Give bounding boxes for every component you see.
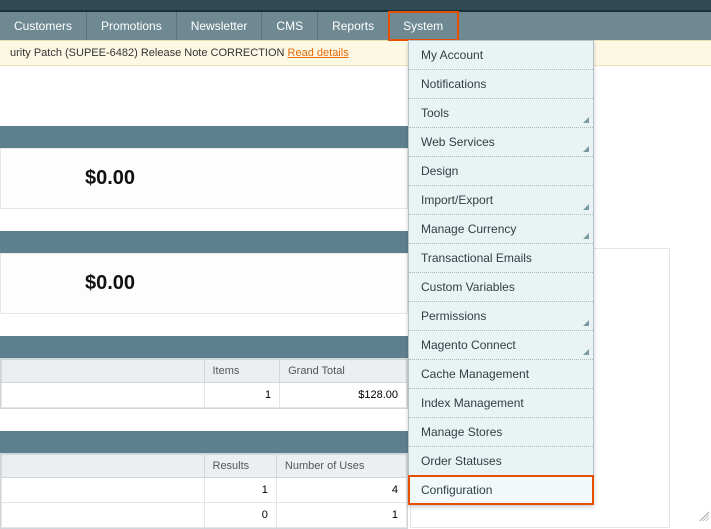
table1-cell-grand-total: $128.00 bbox=[280, 383, 407, 408]
notice-bar: urity Patch (SUPEE-6482) Release Note CO… bbox=[0, 40, 711, 66]
menu-manage-stores[interactable]: Manage Stores bbox=[409, 418, 593, 447]
menu-cache-management[interactable]: Cache Management bbox=[409, 360, 593, 389]
panel-a-body: $0.00 bbox=[0, 148, 408, 209]
table2-r1-blank bbox=[2, 503, 205, 528]
table2-col-results: Results bbox=[204, 455, 276, 478]
table2-r1-uses: 1 bbox=[276, 503, 406, 528]
table2-col-uses: Number of Uses bbox=[276, 455, 406, 478]
notice-text: urity Patch (SUPEE-6482) Release Note CO… bbox=[10, 47, 288, 59]
menu-promotions[interactable]: Promotions bbox=[87, 12, 177, 40]
resize-grip-icon[interactable] bbox=[697, 509, 709, 521]
panel-b-header bbox=[0, 231, 408, 253]
menu-my-account[interactable]: My Account bbox=[409, 41, 593, 70]
table1-col-items: Items bbox=[204, 360, 280, 383]
table1-col-blank bbox=[2, 360, 205, 383]
panel-a-header bbox=[0, 126, 408, 148]
menu-customers[interactable]: Customers bbox=[0, 12, 87, 40]
table1-header-bar bbox=[0, 336, 408, 358]
menu-configuration[interactable]: Configuration bbox=[409, 476, 593, 504]
menu-newsletter[interactable]: Newsletter bbox=[177, 12, 263, 40]
menu-order-statuses[interactable]: Order Statuses bbox=[409, 447, 593, 476]
menu-custom-variables[interactable]: Custom Variables bbox=[409, 273, 593, 302]
table1-col-grand-total: Grand Total bbox=[280, 360, 407, 383]
menu-transactional-emails[interactable]: Transactional Emails bbox=[409, 244, 593, 273]
menu-magento-connect[interactable]: Magento Connect bbox=[409, 331, 593, 360]
table2-col-blank bbox=[2, 455, 205, 478]
table-row[interactable]: 1 $128.00 bbox=[2, 383, 407, 408]
table1: Items Grand Total 1 $128.00 bbox=[0, 358, 408, 409]
system-dropdown: My Account Notifications Tools Web Servi… bbox=[408, 40, 594, 505]
menu-manage-currency[interactable]: Manage Currency bbox=[409, 215, 593, 244]
dashboard-left-column: $0.00 $0.00 Items Grand Total 1 $128.00 bbox=[0, 66, 408, 529]
table2-header-bar bbox=[0, 431, 408, 453]
table1-cell-items: 1 bbox=[204, 383, 280, 408]
menu-permissions[interactable]: Permissions bbox=[409, 302, 593, 331]
notice-link[interactable]: Read details bbox=[288, 47, 349, 59]
main-menubar: Customers Promotions Newsletter CMS Repo… bbox=[0, 12, 711, 40]
table1-cell-blank bbox=[2, 383, 205, 408]
average-order-value: $0.00 bbox=[13, 272, 395, 295]
table2-r0-uses: 4 bbox=[276, 478, 406, 503]
menu-reports[interactable]: Reports bbox=[318, 12, 389, 40]
menu-import-export[interactable]: Import/Export bbox=[409, 186, 593, 215]
menu-index-management[interactable]: Index Management bbox=[409, 389, 593, 418]
table2-r0-blank bbox=[2, 478, 205, 503]
lifetime-sales-value: $0.00 bbox=[13, 167, 395, 190]
table-row[interactable]: 0 1 bbox=[2, 503, 407, 528]
menu-cms[interactable]: CMS bbox=[262, 12, 318, 40]
table2-r0-results: 1 bbox=[204, 478, 276, 503]
menu-design[interactable]: Design bbox=[409, 157, 593, 186]
panel-b-body: $0.00 bbox=[0, 253, 408, 314]
table2: Results Number of Uses 1 4 0 1 bbox=[0, 453, 408, 529]
table2-r1-results: 0 bbox=[204, 503, 276, 528]
menu-notifications[interactable]: Notifications bbox=[409, 70, 593, 99]
menu-system[interactable]: System bbox=[389, 12, 458, 40]
menu-web-services[interactable]: Web Services bbox=[409, 128, 593, 157]
table-row[interactable]: 1 4 bbox=[2, 478, 407, 503]
menu-tools[interactable]: Tools bbox=[409, 99, 593, 128]
window-top-strip bbox=[0, 0, 711, 12]
